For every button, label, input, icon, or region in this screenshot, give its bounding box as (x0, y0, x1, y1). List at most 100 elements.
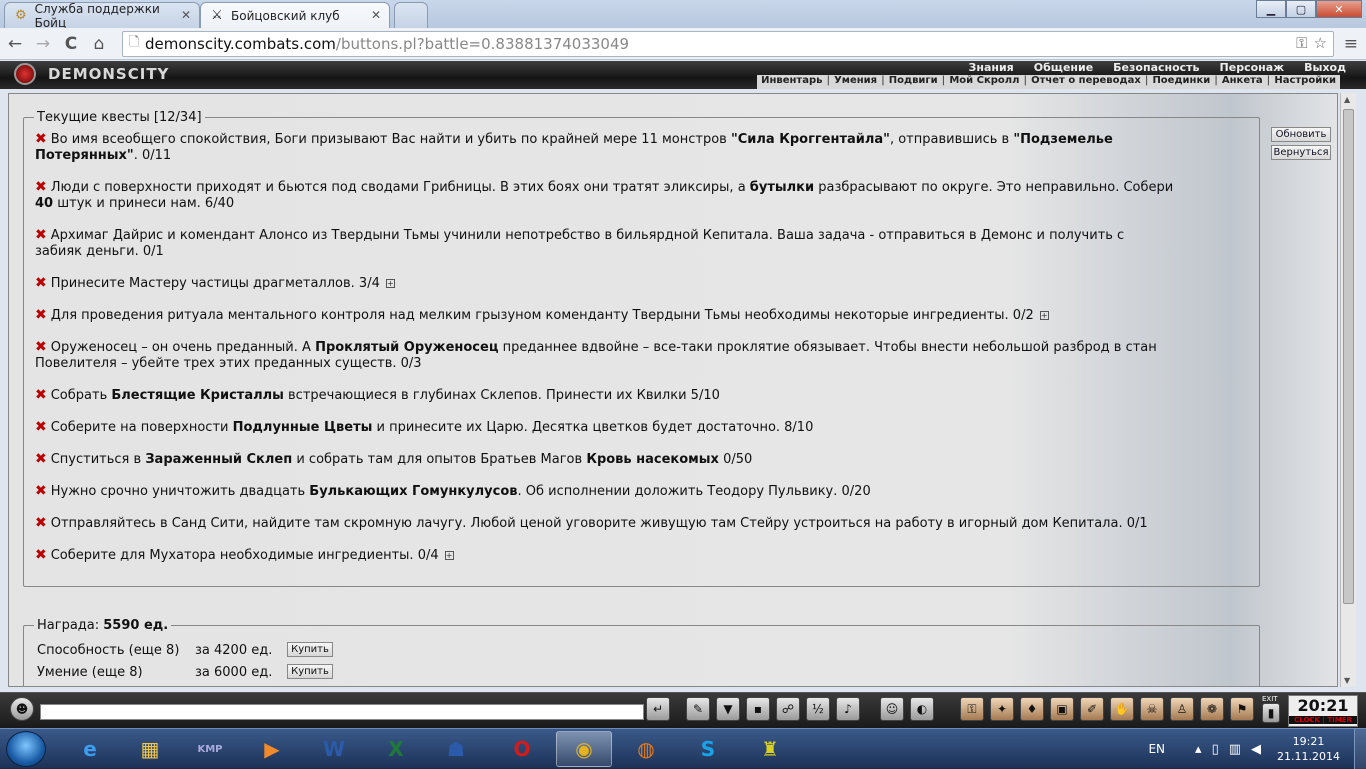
cancel-quest-icon[interactable]: ✖ (35, 339, 47, 355)
home-icon[interactable]: ⌂ (86, 31, 112, 57)
close-tab-icon[interactable]: ✕ (181, 8, 191, 22)
helmet-icon[interactable]: ◐ (910, 697, 934, 721)
cancel-quest-icon[interactable]: ✖ (35, 419, 47, 435)
cancel-quest-icon[interactable]: ✖ (35, 451, 47, 467)
subnav-transfers[interactable]: Отчет о переводах (1031, 75, 1141, 89)
runner-icon[interactable]: ☍ (776, 697, 800, 721)
taskbar-media-icon[interactable]: ▶ (244, 731, 300, 767)
browser-menu-icon[interactable]: ≡ (1344, 34, 1358, 54)
chest-icon[interactable]: ▣ (1050, 697, 1074, 721)
nav-character[interactable]: Персонаж (1220, 61, 1285, 74)
subnav-my-scroll[interactable]: Мой Скролл (949, 75, 1019, 89)
taskbar-firefox-icon[interactable]: ◍ (618, 731, 674, 767)
quest-text: Соберите на поверхности (50, 420, 233, 435)
scroll-down-icon[interactable]: ▼ (1344, 676, 1350, 685)
cancel-quest-icon[interactable]: ✖ (35, 179, 47, 195)
minimize-button[interactable]: ▁ (1256, 0, 1286, 18)
reward-price: за 4200 ед. (195, 643, 273, 658)
buy-ability-button[interactable]: Купить (287, 642, 333, 657)
subnav-skills[interactable]: Умения (834, 75, 877, 89)
power-icon[interactable]: ▯ (1212, 742, 1219, 757)
expand-quest-icon[interactable]: + (1039, 311, 1049, 320)
nav-exit[interactable]: Выход (1304, 61, 1346, 74)
chat-input[interactable] (40, 704, 644, 720)
subnav-inventory[interactable]: Инвентарь (761, 75, 822, 89)
fraction-icon[interactable]: ½ (806, 697, 830, 721)
page-scrollbar[interactable]: ▲ ▼ (1340, 93, 1356, 687)
chat-bar: ☻ ↵ ✎ ▼ ▪ ☍ ½ ♪ ☺ ◐ ⚿ ✦ ♦ ▣ ✐ ✋ ☠ ♙ ❁ ⚑ … (0, 692, 1366, 728)
close-tab-icon[interactable]: ✕ (371, 8, 381, 22)
reload-icon[interactable]: C (58, 31, 84, 57)
save-icon[interactable]: ▪ (746, 697, 770, 721)
quest-text: Принесите Мастеру частицы драгметаллов. … (50, 276, 380, 291)
maximize-button[interactable]: ▢ (1286, 0, 1316, 18)
forward-icon[interactable]: → (30, 31, 56, 57)
subnav-profile[interactable]: Анкета (1222, 75, 1263, 89)
address-bar[interactable]: 🗋 demonscity.combats.com/buttons.pl?batt… (122, 31, 1334, 57)
start-button[interactable] (6, 731, 46, 767)
exit-door-icon[interactable]: ▮ (1262, 703, 1280, 723)
nav-communication[interactable]: Общение (1034, 61, 1093, 74)
taskbar-word-icon[interactable]: W (306, 731, 362, 767)
cancel-quest-icon[interactable]: ✖ (35, 387, 47, 403)
tab-support[interactable]: ⚙ Служба поддержки Бойц ✕ (4, 1, 200, 30)
paw-icon[interactable]: ❁ (1200, 697, 1224, 721)
cancel-quest-icon[interactable]: ✖ (35, 307, 47, 323)
show-hidden-icons-icon[interactable]: ▴ (1195, 742, 1202, 757)
eraser-icon[interactable]: ✎ (686, 697, 710, 721)
buy-skill-button[interactable]: Купить (287, 664, 333, 679)
taskbar-game-icon[interactable]: ♜ (742, 731, 798, 767)
scroll-icon[interactable]: ✐ (1080, 697, 1104, 721)
back-button[interactable]: Вернуться (1271, 145, 1331, 160)
skull-icon[interactable]: ☠ (1140, 697, 1164, 721)
close-window-button[interactable]: ✕ (1316, 0, 1362, 18)
send-icon[interactable]: ↵ (646, 697, 670, 721)
scroll-thumb[interactable] (1343, 109, 1354, 604)
taskbar-kmplayer-icon[interactable]: KMP (182, 731, 238, 767)
cancel-quest-icon[interactable]: ✖ (35, 275, 47, 291)
taskbar-skype-icon[interactable]: S (680, 731, 736, 767)
subnav-settings[interactable]: Настройки (1274, 75, 1336, 89)
chat-head-icon[interactable]: ☻ (10, 697, 34, 721)
refresh-button[interactable]: Обновить (1271, 127, 1331, 142)
taskbar-opera-icon[interactable]: O (494, 731, 550, 767)
volume-icon[interactable]: ◀ (1251, 742, 1261, 757)
tab-title: Служба поддержки Бойц (34, 1, 160, 30)
language-indicator[interactable]: EN (1148, 742, 1165, 756)
bookmark-star-icon[interactable]: ☆ (1314, 34, 1327, 52)
subnav-achievements[interactable]: Подвиги (889, 75, 938, 89)
filter-icon[interactable]: ▼ (716, 697, 740, 721)
taskbar-excel-icon[interactable]: X (368, 731, 424, 767)
scroll-up-icon[interactable]: ▲ (1344, 95, 1350, 104)
expand-quest-icon[interactable]: + (444, 551, 454, 560)
magic-icon[interactable]: ✦ (990, 697, 1014, 721)
person-icon[interactable]: ♙ (1170, 697, 1194, 721)
cancel-quest-icon[interactable]: ✖ (35, 227, 47, 243)
taskbar-explorer-icon[interactable]: ▦ (122, 731, 178, 767)
back-icon[interactable]: ← (2, 31, 28, 57)
taskbar-ie-icon[interactable]: e (62, 731, 118, 767)
nav-security[interactable]: Безопасность (1113, 61, 1199, 74)
taskbar-chrome-icon[interactable]: ◉ (556, 731, 612, 767)
nav-knowledge[interactable]: Знания (969, 61, 1014, 74)
network-icon[interactable]: ▥ (1229, 742, 1241, 757)
tray-clock[interactable]: 19:21 21.11.2014 (1277, 734, 1340, 764)
taskbar-app-icon[interactable]: ☗ (428, 731, 484, 767)
lock-icon[interactable]: ⚿ (960, 697, 984, 721)
expand-quest-icon[interactable]: + (385, 279, 395, 288)
cancel-quest-icon[interactable]: ✖ (35, 483, 47, 499)
tab-fight-club[interactable]: ⚔ Бойцовский клуб ✕ (200, 2, 390, 28)
game-clock[interactable]: 20:21 CLOCK | TIMER (1288, 695, 1358, 727)
flag-icon[interactable]: ⚑ (1230, 697, 1254, 721)
smiley-icon[interactable]: ☺ (880, 697, 904, 721)
cancel-quest-icon[interactable]: ✖ (35, 547, 47, 563)
cancel-quest-icon[interactable]: ✖ (35, 515, 47, 531)
cancel-quest-icon[interactable]: ✖ (35, 131, 47, 147)
key-icon[interactable]: ⚿ (1296, 34, 1307, 52)
sound-icon[interactable]: ♪ (836, 697, 860, 721)
hand-icon[interactable]: ✋ (1110, 697, 1134, 721)
new-tab-button[interactable] (394, 2, 428, 28)
show-desktop-button[interactable] (1354, 729, 1366, 769)
subnav-fights[interactable]: Поединки (1152, 75, 1210, 89)
bag-icon[interactable]: ♦ (1020, 697, 1044, 721)
